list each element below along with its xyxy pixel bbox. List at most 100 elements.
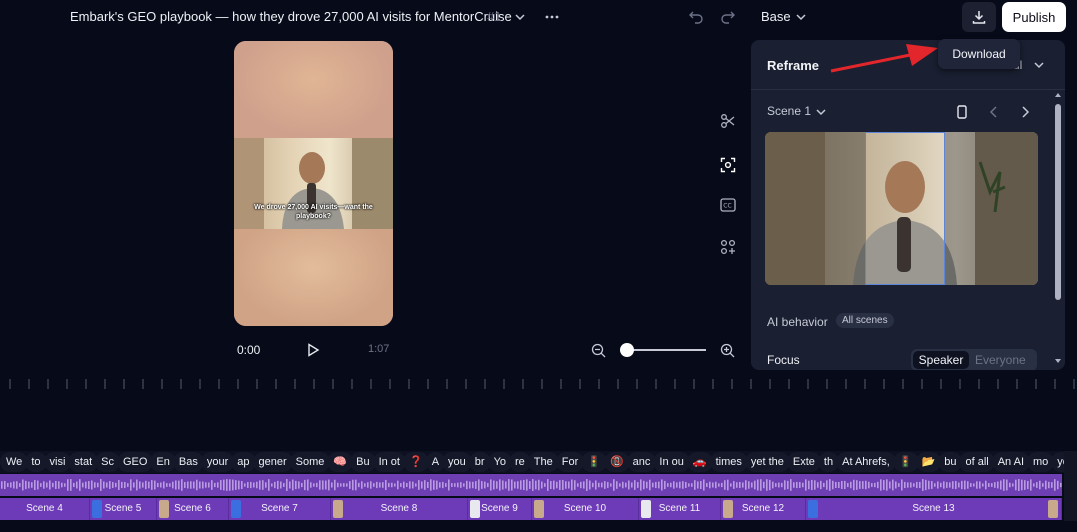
transcript-word[interactable]: ap [231,452,256,472]
chevron-down-icon[interactable] [511,8,529,26]
publish-button[interactable]: Publish [1002,2,1066,32]
project-title[interactable]: Embark's GEO playbook — how they drove 2… [70,9,512,24]
waveform-bar [892,479,894,491]
scene-block[interactable]: Scene 8 [331,498,468,520]
scene-track[interactable]: Scene 4 Scene 5 Scene 6 Scene 7 Scene 8 Scene… [0,498,1062,520]
transcript-word[interactable]: 🚦 [892,452,919,472]
zoom-in-icon[interactable] [718,341,736,359]
scene-block[interactable]: Scene 4 [0,498,90,520]
transcript-word[interactable]: In ot [372,452,406,472]
video-preview[interactable]: We drove 27,000 AI visits—want the playb… [234,41,393,326]
focus-option-speaker[interactable]: Speaker [913,351,969,369]
waveform-bar [82,482,84,488]
scissors-icon[interactable] [719,112,737,130]
chevron-down-icon[interactable] [792,8,810,26]
transcript-word[interactable]: ❓ [402,452,429,472]
waveform-bar [163,481,165,489]
scene-block[interactable]: Scene 12 [721,498,806,520]
transcript-word[interactable]: At Ahrefs, [836,452,896,472]
scene-block[interactable]: Scene 5 [90,498,157,520]
more-options-icon[interactable] [543,8,561,26]
ai-behavior-chip[interactable]: All scenes [836,313,894,328]
waveform-bar [691,483,693,487]
chevron-down-icon[interactable] [812,103,830,121]
transcript-word[interactable]: yet the [744,452,790,472]
transcript-word[interactable]: For [555,452,585,472]
scene-selector[interactable]: Scene 1 [767,104,811,118]
transcript-word[interactable]: We [0,452,29,472]
waveform-bar [220,480,222,490]
zoom-out-icon[interactable] [589,341,607,359]
waveform-bar [904,481,906,489]
transcript-word[interactable]: anc [626,452,657,472]
waveform-bar [187,481,189,489]
transcript-word[interactable]: Some [289,452,331,472]
next-scene-icon[interactable] [1016,103,1034,121]
scene-block[interactable]: Scene 10 [532,498,639,520]
transcript-word[interactable]: GEO [116,452,154,472]
scene-block[interactable]: Scene 13 [806,498,1062,520]
undo-icon[interactable] [687,8,705,26]
reframe-icon[interactable] [719,156,737,174]
focus-option-everyone[interactable]: Everyone [975,353,1026,367]
transcript-word[interactable]: your [200,452,235,472]
waveform-bar [907,482,909,488]
crop-frame[interactable] [865,132,945,285]
transcript-word[interactable]: visi [43,452,72,472]
reframe-preview[interactable] [765,132,1038,285]
current-time: 0:00 [237,343,261,357]
transcript-word[interactable]: Bas [172,452,204,472]
transcript-word[interactable]: mo [1027,452,1055,472]
waveform-bar [655,481,657,489]
play-button[interactable] [304,341,322,359]
redo-icon[interactable] [719,8,737,26]
transcript-word[interactable]: of all [959,452,995,472]
transcript-word[interactable]: An AI [991,452,1031,472]
waveform-bar [388,482,390,488]
waveform-bar [1,481,3,489]
waveform-bar [385,479,387,491]
waveform-bar [565,481,567,489]
transcript-word[interactable]: gener [252,452,293,472]
version-number: #1 [487,9,502,24]
transcript-word[interactable]: 📵 [603,452,630,472]
waveform-bar [484,481,486,489]
transcript-word[interactable]: Bu [350,452,376,472]
zoom-slider-track[interactable] [626,349,706,351]
waveform-bar [847,482,849,488]
timeline-ruler[interactable] [0,377,1077,391]
prev-scene-icon[interactable] [985,103,1003,121]
waveform-bar [718,483,720,487]
transcript-word[interactable]: 🚗 [686,452,713,472]
waveform-bar [754,480,756,490]
transcript-word[interactable]: times [709,452,748,472]
chevron-down-icon[interactable] [1030,56,1048,74]
scene-block[interactable]: Scene 9 [468,498,532,520]
scene-block[interactable]: Scene 11 [639,498,721,520]
focus-label: Focus [767,353,800,367]
waveform-bar [541,481,543,489]
panel-scrollbar[interactable] [1053,90,1063,366]
zoom-slider-handle[interactable] [620,343,634,357]
transcript-word[interactable]: stat [68,452,99,472]
transcript-track[interactable]: We to visi stat Sc GEO En Bas your ap gener Some 🧠 Bu… [0,451,1077,473]
download-button[interactable] [962,2,996,32]
transcript-word[interactable]: Exte [786,452,821,472]
scene-block[interactable]: Scene 7 [229,498,331,520]
waveform-bar [988,483,990,487]
scroll-thumb[interactable] [1055,104,1061,300]
waveform-bar [1054,479,1056,491]
scene-block[interactable]: Scene 6 [157,498,229,520]
waveform-bar [361,481,363,489]
blurred-fill-top [234,41,393,138]
transcript-word[interactable]: you [442,452,472,472]
transcript-word[interactable]: In ou [653,452,690,472]
audio-waveform[interactable] [0,474,1062,496]
captions-icon[interactable]: CC [719,196,737,214]
waveform-bar [16,481,18,489]
portrait-phone-icon[interactable] [953,103,971,121]
elements-icon[interactable] [719,238,737,256]
waveform-bar [1015,479,1017,491]
base-selector[interactable]: Base [761,9,791,24]
transcript-word[interactable]: The [527,452,559,472]
